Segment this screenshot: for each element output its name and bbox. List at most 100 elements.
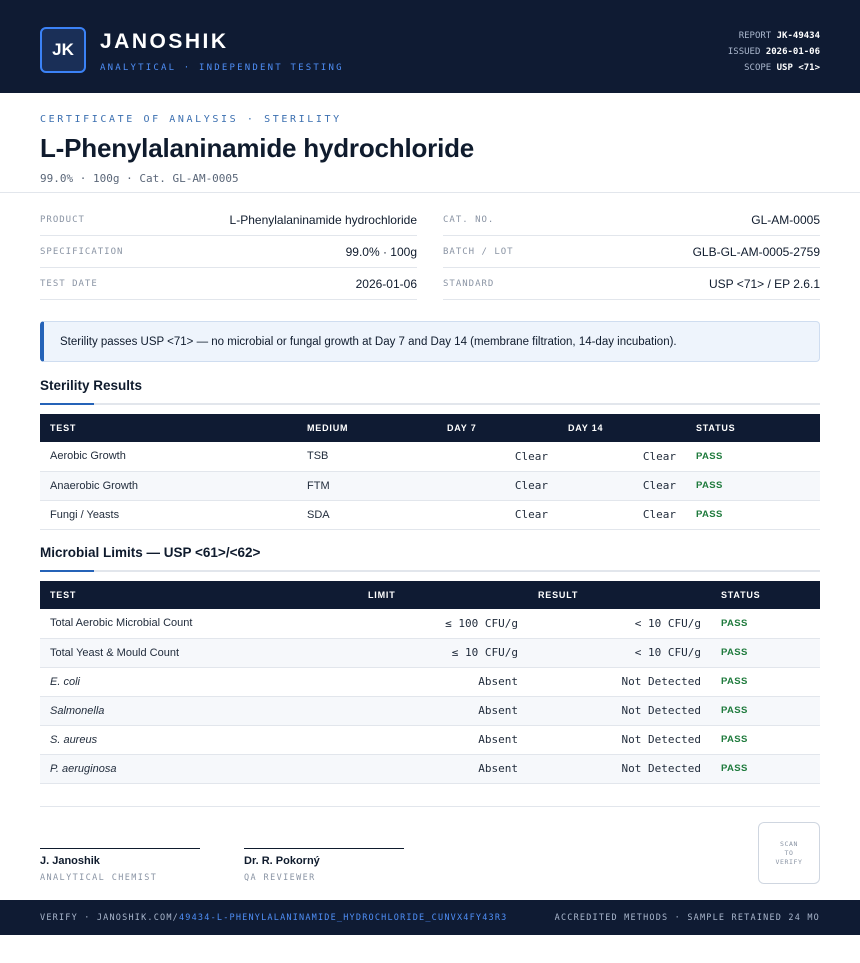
test-cell: S. aureus: [40, 725, 358, 755]
scope-value: USP <71>: [776, 63, 820, 73]
qr-text: VERIFY: [775, 857, 803, 866]
test-cell: Fungi / Yeasts: [40, 500, 297, 530]
column-header: DAY 7: [447, 423, 477, 433]
info-row-product: PRODUCT L-Phenylalaninamide hydrochlorid…: [40, 204, 417, 236]
info-key: SPECIFICATION: [40, 246, 124, 257]
divider: [0, 192, 860, 193]
table-header-row: TEST LIMIT RESULT STATUS: [40, 581, 820, 609]
footer-bar: VERIFY · JANOSHIK.COM/49434-L-PHENYLALAN…: [0, 900, 860, 935]
sterility-section-title: Sterility Results: [40, 378, 143, 393]
brand-logo: JK: [40, 27, 86, 73]
signature-block-reviewer: Dr. R. Pokorný QA REVIEWER: [244, 848, 404, 883]
signatory-role: QA REVIEWER: [244, 873, 316, 883]
sterility-table: TEST MEDIUM DAY 7 DAY 14 STATUS Aerobic …: [40, 414, 820, 530]
header-bar: JK JANOSHIK ANALYTICAL · INDEPENDENT TES…: [0, 0, 860, 93]
result-cell: Not Detected: [528, 696, 711, 726]
medium-cell: TSB: [297, 442, 437, 472]
day7-cell: Clear: [437, 442, 558, 472]
brand-tagline: ANALYTICAL · INDEPENDENT TESTING: [100, 63, 344, 73]
result-cell: Not Detected: [528, 667, 711, 697]
limit-cell: Absent: [358, 754, 528, 784]
limit-cell: ≤ 100 CFU/g: [358, 609, 528, 639]
info-value: USP <71> / EP 2.6.1: [709, 276, 820, 291]
column-header: TEST: [50, 423, 77, 433]
table-row: Anaerobic Growth FTM Clear Clear PASS: [40, 471, 820, 501]
medium-cell: SDA: [297, 500, 437, 530]
divider: [40, 806, 820, 807]
signatory-role: ANALYTICAL CHEMIST: [40, 873, 158, 883]
column-header: TEST: [50, 590, 77, 600]
verify-prefix: VERIFY · JANOSHIK.COM/: [40, 912, 179, 923]
column-header: LIMIT: [368, 590, 396, 600]
status-badge: PASS: [711, 725, 820, 755]
signatory-name: Dr. R. Pokorný: [244, 855, 320, 867]
section-rule-accent: [40, 403, 94, 405]
test-cell: P. aeruginosa: [40, 754, 358, 784]
column-header: STATUS: [721, 590, 761, 600]
info-key: PRODUCT: [40, 214, 85, 225]
limit-cell: ≤ 10 CFU/g: [358, 638, 528, 668]
section-rule: [40, 403, 820, 405]
info-value: GLB-GL-AM-0005-2759: [692, 244, 820, 259]
day14-cell: Clear: [558, 442, 686, 472]
section-rule-accent: [40, 570, 94, 572]
day7-cell: Clear: [437, 471, 558, 501]
info-value: 99.0% · 100g: [345, 244, 417, 259]
result-cell: Not Detected: [528, 725, 711, 755]
status-badge: PASS: [686, 471, 820, 501]
table-row: S. aureus Absent Not Detected PASS: [40, 725, 820, 755]
issued-label: ISSUED: [727, 47, 761, 57]
qr-text: TO: [784, 848, 794, 857]
info-key: STANDARD: [443, 278, 495, 289]
info-key: CAT. NO.: [443, 214, 495, 225]
test-cell: Total Aerobic Microbial Count: [40, 609, 358, 639]
medium-cell: FTM: [297, 471, 437, 501]
signature-block-chemist: J. Janoshik ANALYTICAL CHEMIST: [40, 848, 200, 883]
report-number: JK-49434: [776, 31, 820, 41]
microbial-limits-table: TEST LIMIT RESULT STATUS Total Aerobic M…: [40, 581, 820, 784]
test-cell: Salmonella: [40, 696, 358, 726]
qr-text: SCAN: [779, 839, 799, 848]
info-value: 2026-01-06: [355, 276, 417, 291]
table-row: Salmonella Absent Not Detected PASS: [40, 696, 820, 726]
verify-link[interactable]: 49434-L-PHENYLALANINAMIDE_HYDROCHLORIDE_…: [179, 913, 508, 923]
info-value: L-Phenylalaninamide hydrochloride: [229, 212, 417, 227]
info-row-test-date: TEST DATE 2026-01-06: [40, 268, 417, 300]
day14-cell: Clear: [558, 471, 686, 501]
footer-note: ACCREDITED METHODS · SAMPLE RETAINED 24 …: [554, 912, 820, 923]
column-header: DAY 14: [568, 423, 604, 433]
qr-verify-code[interactable]: SCAN TO VERIFY: [758, 822, 820, 884]
limit-cell: Absent: [358, 696, 528, 726]
info-key: TEST DATE: [40, 278, 98, 289]
table-row: E. coli Absent Not Detected PASS: [40, 667, 820, 697]
table-row: Total Aerobic Microbial Count ≤ 100 CFU/…: [40, 609, 820, 639]
table-row: Aerobic Growth TSB Clear Clear PASS: [40, 442, 820, 472]
test-cell: Aerobic Growth: [40, 442, 297, 472]
result-cell: Not Detected: [528, 754, 711, 784]
test-cell: E. coli: [40, 667, 358, 697]
column-header: STATUS: [696, 423, 736, 433]
table-row: Total Yeast & Mould Count ≤ 10 CFU/g < 1…: [40, 638, 820, 668]
info-value: GL-AM-0005: [751, 212, 820, 227]
info-row-standard: STANDARD USP <71> / EP 2.6.1: [443, 268, 820, 300]
status-badge: PASS: [711, 696, 820, 726]
signatory-name: J. Janoshik: [40, 855, 100, 867]
limit-cell: Absent: [358, 667, 528, 697]
status-badge: PASS: [711, 609, 820, 639]
info-key: BATCH / LOT: [443, 246, 514, 257]
info-column-right: CAT. NO. GL-AM-0005 BATCH / LOT GLB-GL-A…: [443, 204, 820, 300]
report-meta: REPORT JK-49434 ISSUED 2026-01-06 SCOPE …: [728, 28, 820, 76]
status-badge: PASS: [686, 442, 820, 472]
table-row: Fungi / Yeasts SDA Clear Clear PASS: [40, 500, 820, 530]
result-summary-notice: Sterility passes USP <71> — no microbial…: [40, 321, 820, 362]
result-cell: < 10 CFU/g: [528, 609, 711, 639]
table-header-row: TEST MEDIUM DAY 7 DAY 14 STATUS: [40, 414, 820, 442]
status-badge: PASS: [711, 638, 820, 668]
test-cell: Total Yeast & Mould Count: [40, 638, 358, 668]
brand-name: JANOSHIK: [100, 30, 229, 53]
info-row-cat-no: CAT. NO. GL-AM-0005: [443, 204, 820, 236]
result-cell: < 10 CFU/g: [528, 638, 711, 668]
microbial-section-title: Microbial Limits — USP <61>/<62>: [40, 545, 261, 560]
page-subtitle: 99.0% · 100g · Cat. GL-AM-0005: [40, 172, 239, 185]
certificate-label: CERTIFICATE OF ANALYSIS · STERILITY: [40, 114, 342, 125]
